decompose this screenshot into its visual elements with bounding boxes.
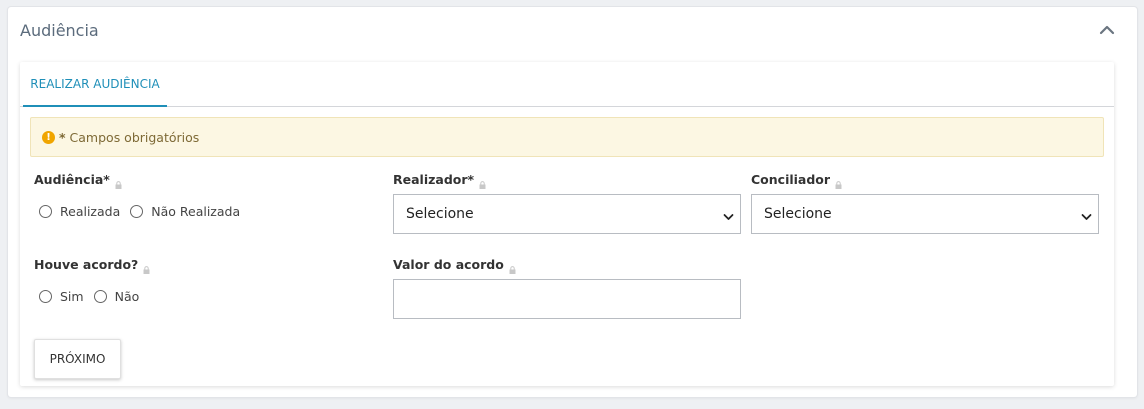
lock-icon (835, 177, 842, 189)
chevron-up-icon[interactable] (1099, 23, 1115, 37)
lock-icon (143, 262, 150, 274)
valor-acordo-label: Valor do acordo (393, 257, 516, 274)
radio-button[interactable] (130, 205, 144, 218)
conciliador-label: Conciliador (751, 172, 842, 189)
required-marker: * (59, 129, 66, 145)
alert-text: Campos obrigatórios (69, 129, 200, 145)
lock-icon (479, 177, 486, 189)
exclamation-circle-icon: ! (42, 130, 55, 144)
lock-icon (115, 177, 122, 189)
houve-acordo-label-text: Houve acordo? (34, 257, 139, 272)
realizador-label: Realizador* (393, 172, 486, 189)
radio-label: Realizada (60, 204, 121, 219)
panel-title: Audiência (20, 21, 99, 40)
conciliador-select[interactable]: Selecione (751, 194, 1099, 234)
radio-nao[interactable]: Não (93, 289, 140, 304)
audiencia-label: Audiência* (34, 172, 122, 189)
select-value: Selecione (406, 206, 474, 222)
radio-sim[interactable]: Sim (39, 289, 84, 304)
required-fields-alert: ! * Campos obrigatórios (30, 117, 1104, 157)
valor-acordo-input[interactable] (393, 279, 741, 319)
chevron-down-icon (1081, 209, 1092, 220)
realizador-select[interactable]: Selecione (393, 194, 741, 234)
radio-button[interactable] (39, 205, 52, 218)
radio-button[interactable] (93, 290, 107, 303)
realizador-label-text: Realizador* (393, 172, 475, 187)
radio-nao-realizada[interactable]: Não Realizada (130, 204, 240, 219)
houve-acordo-label: Houve acordo? (34, 257, 150, 274)
audiencia-panel: Audiência REALIZAR AUDIÊNCIA ! * Campos … (8, 7, 1137, 397)
chevron-down-icon (723, 209, 734, 220)
lock-icon (509, 262, 516, 274)
form-card: REALIZAR AUDIÊNCIA ! * Campos obrigatóri… (20, 62, 1114, 386)
select-value: Selecione (764, 206, 832, 222)
proximo-button[interactable]: PRÓXIMO (34, 339, 121, 379)
radio-realizada[interactable]: Realizada (39, 204, 120, 219)
conciliador-label-text: Conciliador (751, 172, 831, 187)
tab-bar: REALIZAR AUDIÊNCIA (20, 62, 1114, 107)
radio-label: Não Realizada (151, 204, 241, 219)
audiencia-label-text: Audiência* (34, 172, 110, 187)
valor-acordo-label-text: Valor do acordo (393, 257, 504, 272)
radio-label: Não (114, 289, 140, 304)
tab-realizar-audiencia[interactable]: REALIZAR AUDIÊNCIA (23, 62, 167, 107)
audiencia-radio-group: Realizada Não Realizada (39, 204, 250, 219)
houve-acordo-radio-group: Sim Não (39, 289, 149, 304)
radio-label: Sim (60, 289, 84, 304)
radio-button[interactable] (39, 290, 52, 303)
